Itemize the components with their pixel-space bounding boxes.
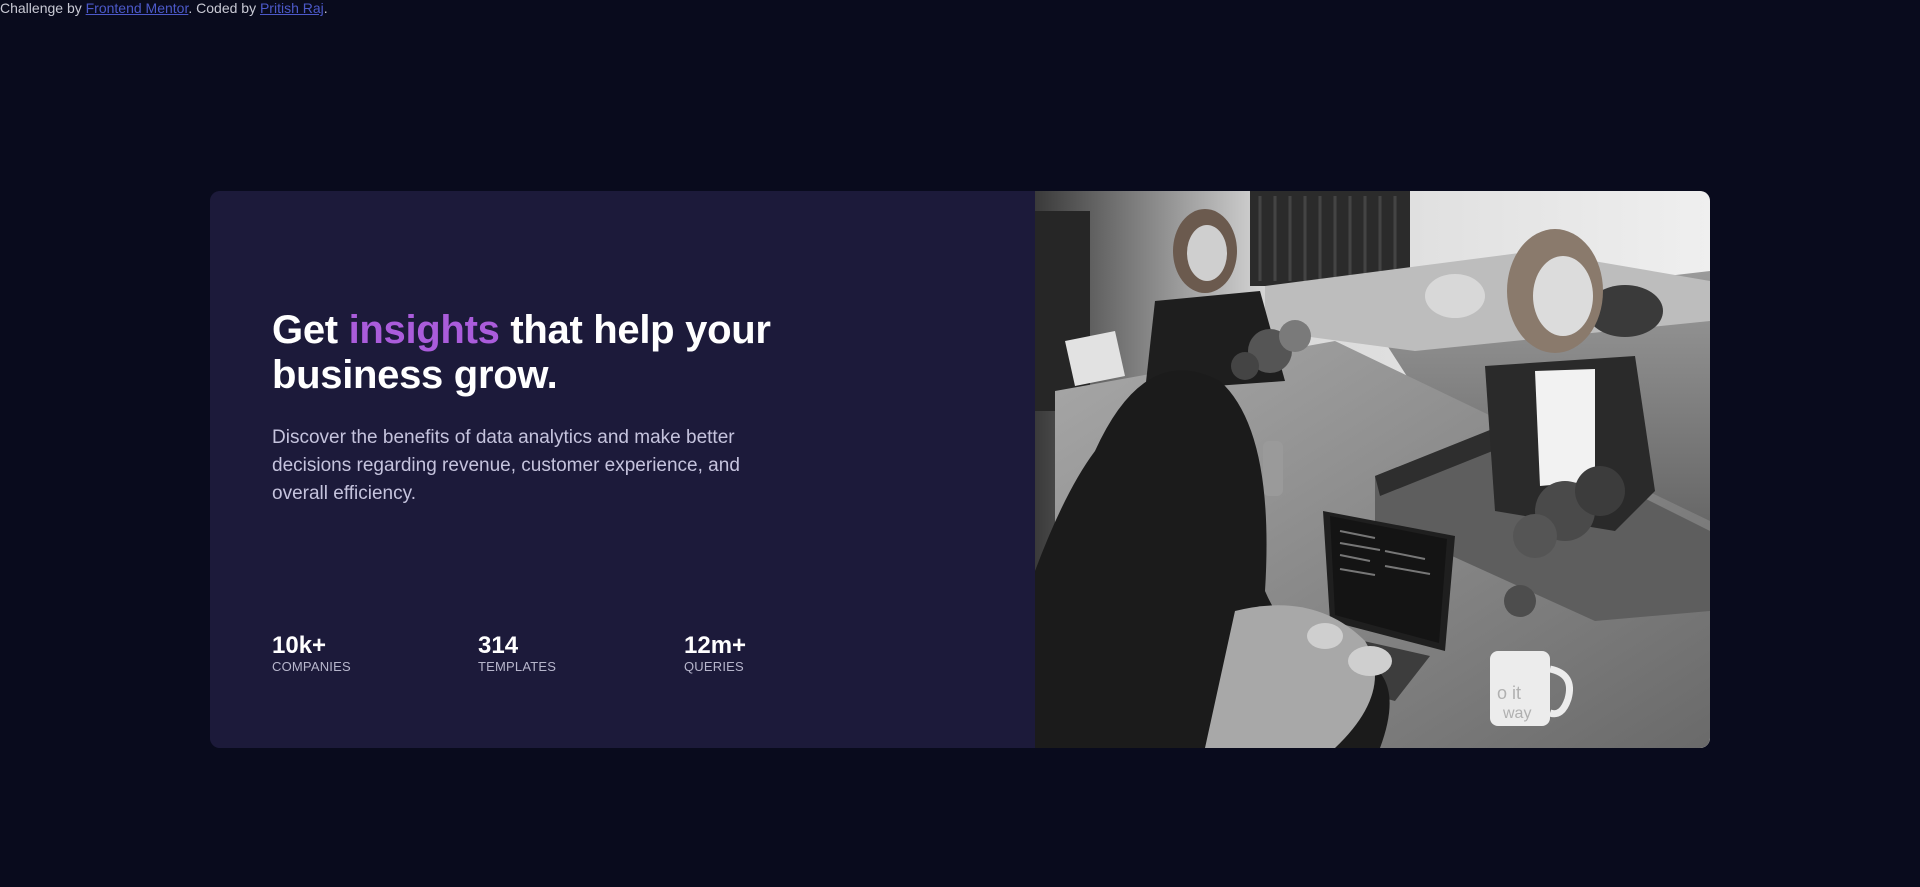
stat-templates: 314 TEMPLATES xyxy=(478,632,684,675)
headline-accent: insights xyxy=(348,308,500,352)
stat-label: COMPANIES xyxy=(272,659,351,674)
office-photo: o it way xyxy=(1035,191,1710,748)
stat-value: 12m+ xyxy=(684,632,747,659)
mug-text: way xyxy=(1502,705,1531,722)
headline: Get insights that help your business gro… xyxy=(272,308,832,398)
attribution-suffix: . xyxy=(323,0,328,16)
stats-row: 10k+ COMPANIES 314 TEMPLATES 12m+ QUERIE… xyxy=(272,632,890,675)
stat-queries: 12m+ QUERIES xyxy=(684,632,890,675)
laptop xyxy=(1065,331,1125,386)
stat-label: QUERIES xyxy=(684,659,744,674)
mug-text: o it xyxy=(1497,683,1521,703)
stat-label: TEMPLATES xyxy=(478,659,557,674)
stat-companies: 10k+ COMPANIES xyxy=(272,632,478,675)
stat-value: 10k+ xyxy=(272,632,327,659)
attribution: Challenge by Frontend Mentor. Coded by P… xyxy=(0,0,328,16)
description: Discover the benefits of data analytics … xyxy=(272,427,740,504)
attribution-middle: . Coded by xyxy=(188,0,260,16)
author-link[interactable]: Pritish Raj xyxy=(260,0,324,16)
attribution-prefix: Challenge by xyxy=(0,0,86,16)
card-text-panel: Get insights that help your business gro… xyxy=(210,191,1035,748)
chair xyxy=(1425,274,1485,318)
stat-value: 314 xyxy=(478,632,519,659)
office-photo-illustration: o it way xyxy=(1035,191,1710,748)
frontend-mentor-link[interactable]: Frontend Mentor xyxy=(86,0,189,16)
stats-preview-card: Get insights that help your business gro… xyxy=(210,191,1710,748)
headline-start: Get xyxy=(272,308,349,352)
